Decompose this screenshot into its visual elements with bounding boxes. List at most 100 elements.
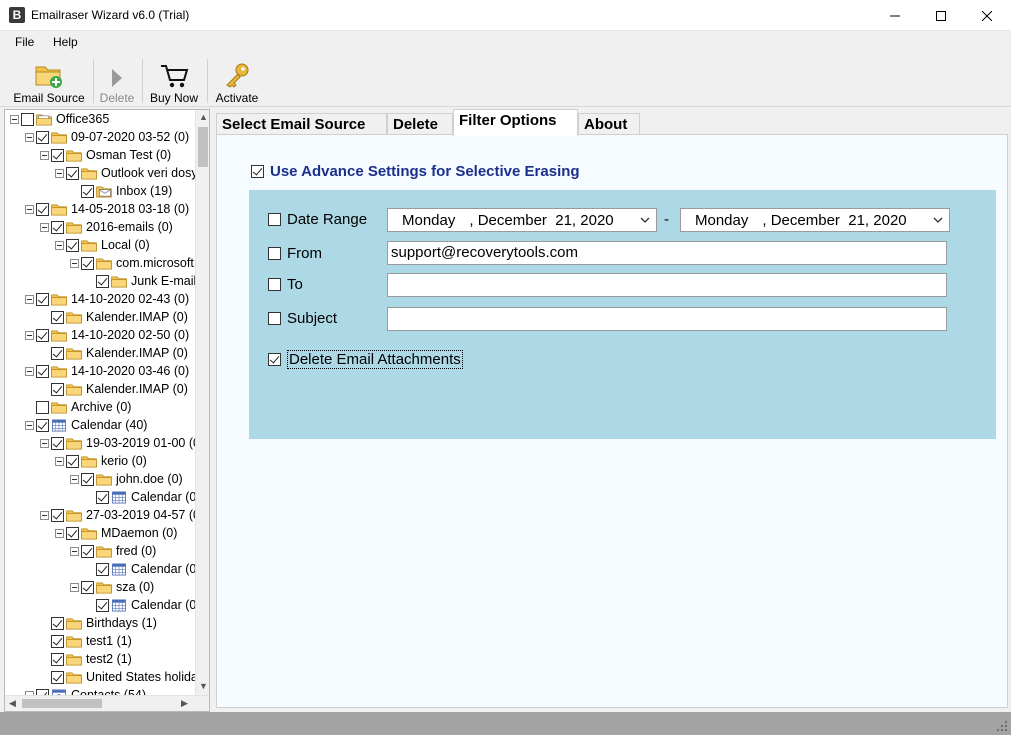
collapse-toggle[interactable] [55, 240, 64, 250]
tree-item[interactable]: Calendar (0) [85, 596, 196, 614]
tree-item[interactable]: Outlook veri dosyası [55, 164, 196, 182]
tree-checkbox[interactable] [96, 490, 109, 504]
tree-item[interactable]: MDaemon (0) [55, 524, 177, 542]
tree-item[interactable]: Calendar (40) [25, 416, 147, 434]
collapse-toggle[interactable] [55, 168, 64, 178]
tree-item[interactable]: Office365 [10, 110, 109, 128]
scroll-thumb[interactable] [198, 127, 208, 167]
tree-checkbox[interactable] [36, 400, 49, 414]
minimize-button[interactable] [872, 0, 918, 31]
date-to-picker[interactable]: Monday , December 21, 2020 [680, 208, 950, 232]
tab-about[interactable]: About [578, 113, 640, 135]
advance-settings-checkbox[interactable] [251, 165, 264, 178]
tree-checkbox[interactable] [96, 562, 109, 576]
tree-item[interactable]: United States holidays [40, 668, 196, 686]
collapse-toggle[interactable] [70, 474, 79, 484]
tree-item[interactable]: 14-10-2020 02-50 (0) [25, 326, 189, 344]
tree-item[interactable]: Contacts (54) [25, 686, 146, 695]
tree-checkbox[interactable] [81, 544, 94, 558]
vertical-scrollbar[interactable]: ▲ ▼ [195, 110, 209, 695]
scroll-right-icon[interactable]: ▶ [181, 698, 188, 709]
tree-item[interactable]: 2016-emails (0) [40, 218, 173, 236]
collapse-toggle[interactable] [55, 528, 64, 538]
collapse-toggle[interactable] [25, 330, 34, 340]
collapse-toggle[interactable] [40, 222, 49, 232]
to-option[interactable]: To [268, 276, 303, 293]
tree-checkbox[interactable] [51, 436, 64, 450]
scroll-up-icon[interactable]: ▲ [199, 112, 208, 122]
tree-item[interactable]: Junk E-mail [85, 272, 196, 290]
activate-button[interactable]: Activate [212, 57, 262, 105]
maximize-button[interactable] [918, 0, 964, 31]
collapse-toggle[interactable] [70, 582, 79, 592]
date-from-picker[interactable]: Monday , December 21, 2020 [387, 208, 657, 232]
tree-checkbox[interactable] [51, 616, 64, 630]
from-option[interactable]: From [268, 245, 322, 262]
tree-item[interactable]: Calendar (0) [85, 488, 196, 506]
advance-settings-option[interactable]: Use Advance Settings for Selective Erasi… [251, 163, 580, 180]
collapse-toggle[interactable] [25, 366, 34, 376]
tree-item[interactable]: kerio (0) [55, 452, 147, 470]
tree-item[interactable]: 19-03-2019 01-00 (0) [40, 434, 196, 452]
tree-checkbox[interactable] [51, 220, 64, 234]
tree-checkbox[interactable] [51, 634, 64, 648]
date-range-option[interactable]: Date Range [268, 211, 367, 228]
tree-item[interactable]: 14-10-2020 03-46 (0) [25, 362, 189, 380]
tree-checkbox[interactable] [81, 472, 94, 486]
collapse-toggle[interactable] [70, 546, 79, 556]
tree-checkbox[interactable] [36, 364, 49, 378]
collapse-toggle[interactable] [25, 204, 34, 214]
tree-checkbox[interactable] [81, 256, 94, 270]
tree-item[interactable]: test2 (1) [40, 650, 132, 668]
tree-checkbox[interactable] [51, 652, 64, 666]
tree-checkbox[interactable] [66, 454, 79, 468]
date-range-checkbox[interactable] [268, 213, 281, 226]
tab-delete[interactable]: Delete [387, 113, 453, 135]
tree-checkbox[interactable] [51, 346, 64, 360]
tree-item[interactable]: 09-07-2020 03-52 (0) [25, 128, 189, 146]
delete-attachments-option[interactable]: Delete Email Attachments [268, 350, 463, 369]
tree-item[interactable]: Birthdays (1) [40, 614, 157, 632]
tree-checkbox[interactable] [51, 310, 64, 324]
tree-item[interactable]: Kalender.IMAP (0) [40, 308, 188, 326]
tab-select-email-source[interactable]: Select Email Source [216, 113, 387, 135]
tree-checkbox[interactable] [36, 202, 49, 216]
tree-item[interactable]: 14-05-2018 03-18 (0) [25, 200, 189, 218]
collapse-toggle[interactable] [55, 456, 64, 466]
tree-item[interactable]: Calendar (0) [85, 560, 196, 578]
scroll-down-icon[interactable]: ▼ [199, 681, 208, 691]
tree-item[interactable]: Kalender.IMAP (0) [40, 344, 188, 362]
tree-item[interactable]: Local (0) [55, 236, 150, 254]
close-button[interactable] [964, 0, 1010, 31]
tree-checkbox[interactable] [36, 130, 49, 144]
scroll-left-icon[interactable]: ◀ [9, 698, 16, 709]
tree-checkbox[interactable] [51, 508, 64, 522]
tab-filter-options[interactable]: Filter Options [453, 109, 578, 136]
from-checkbox[interactable] [268, 247, 281, 260]
tree-checkbox[interactable] [36, 328, 49, 342]
tree-item[interactable]: sza (0) [70, 578, 154, 596]
tree-item[interactable]: 27-03-2019 04-57 (0) [40, 506, 196, 524]
delete-button[interactable]: Delete [98, 57, 136, 105]
tree-checkbox[interactable] [66, 526, 79, 540]
collapse-toggle[interactable] [10, 114, 19, 124]
tree-checkbox[interactable] [51, 382, 64, 396]
collapse-toggle[interactable] [25, 420, 34, 430]
tree-item[interactable]: fred (0) [70, 542, 156, 560]
to-checkbox[interactable] [268, 278, 281, 291]
collapse-toggle[interactable] [70, 258, 79, 268]
tree-item[interactable]: Archive (0) [25, 398, 131, 416]
buy-now-button[interactable]: Buy Now [147, 57, 201, 105]
tree-item[interactable]: Inbox (19) [70, 182, 172, 200]
scroll-thumb[interactable] [22, 699, 102, 708]
collapse-toggle[interactable] [40, 438, 49, 448]
tree-checkbox[interactable] [96, 598, 109, 612]
tree-item[interactable]: 14-10-2020 02-43 (0) [25, 290, 189, 308]
subject-checkbox[interactable] [268, 312, 281, 325]
collapse-toggle[interactable] [25, 132, 34, 142]
horizontal-scrollbar[interactable]: ◀ ▶ [5, 695, 209, 711]
tree-item[interactable]: com.microsoft [70, 254, 194, 272]
collapse-toggle[interactable] [40, 510, 49, 520]
tree-checkbox[interactable] [21, 112, 34, 126]
tree-checkbox[interactable] [66, 238, 79, 252]
